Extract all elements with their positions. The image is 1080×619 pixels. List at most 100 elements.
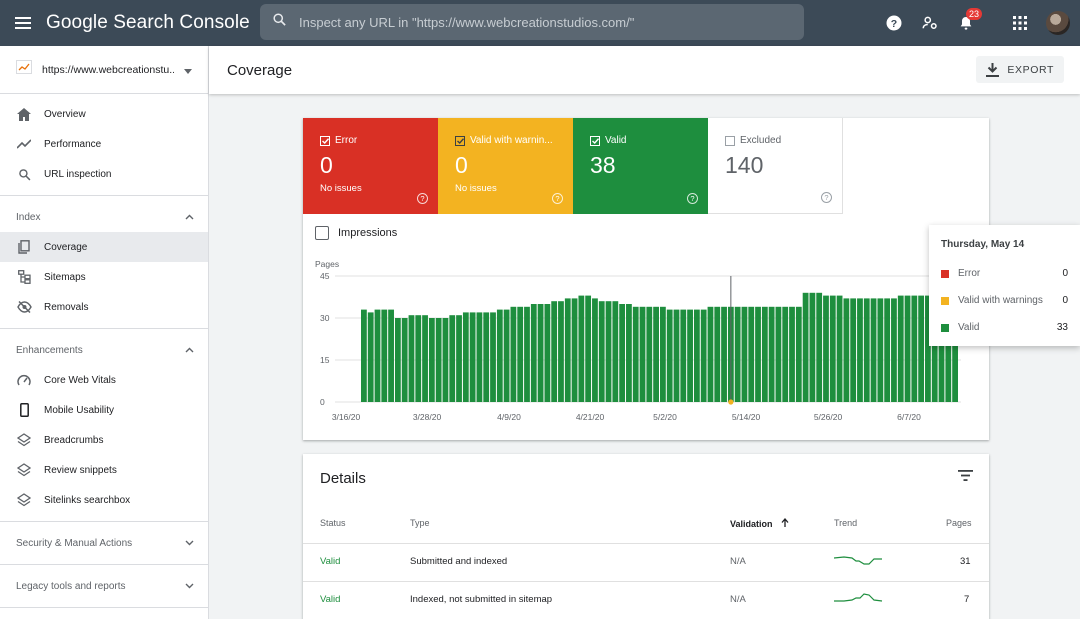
bar xyxy=(748,306,755,402)
tile-excluded[interactable]: Excluded 140 ? xyxy=(708,118,843,214)
section-legacy-toggle[interactable]: Legacy tools and reports xyxy=(0,571,208,601)
bar xyxy=(585,295,592,402)
sidebar-item-core-web-vitals[interactable]: Core Web Vitals xyxy=(0,365,208,395)
section-index-toggle[interactable]: Index xyxy=(0,202,208,232)
search-icon xyxy=(272,12,287,32)
impressions-toggle[interactable]: Impressions xyxy=(315,226,397,240)
help-icon[interactable]: ? xyxy=(876,5,912,41)
x-tick-label: 4/21/20 xyxy=(576,412,605,422)
tile-value: 38 xyxy=(590,152,616,178)
export-button[interactable]: EXPORT xyxy=(976,56,1064,83)
sidebar-item-url-inspection[interactable]: URL inspection xyxy=(0,159,208,189)
help-icon[interactable]: ? xyxy=(552,193,563,204)
legend-swatch xyxy=(941,269,949,278)
app-logo[interactable]: Google Search Console xyxy=(46,12,250,34)
filter-icon[interactable] xyxy=(958,468,973,486)
table-row[interactable]: Valid Submitted and indexed N/A 31 xyxy=(303,543,989,581)
tooltip-date: Thursday, May 14 xyxy=(941,239,1025,250)
chevron-up-icon xyxy=(185,345,194,356)
tile-error[interactable]: Error 0 No issues ? xyxy=(303,118,438,214)
checkbox-unchecked-icon[interactable] xyxy=(725,135,735,146)
apps-grid-icon[interactable] xyxy=(1002,5,1038,41)
x-tick-label: 5/14/20 xyxy=(732,412,761,422)
help-icon[interactable]: ? xyxy=(417,193,428,204)
help-icon[interactable]: ? xyxy=(687,193,698,204)
sidebar-item-performance[interactable]: Performance xyxy=(0,129,208,159)
search-input[interactable] xyxy=(299,14,779,30)
notification-badge: 23 xyxy=(966,8,983,20)
bar xyxy=(653,306,659,402)
bar xyxy=(381,309,388,402)
bar xyxy=(877,298,884,402)
coverage-chart[interactable]: Pages 0 15 30 45 3/16/20 3/28/20 4/9/20 4/21/20 5… xyxy=(303,252,989,452)
sidebar-item-sitelinks-searchbox[interactable]: Sitelinks searchbox xyxy=(0,485,208,515)
tile-valid-with-warnings[interactable]: Valid with warnin... 0 No issues ? xyxy=(438,118,573,214)
row-status: Valid xyxy=(320,594,341,605)
sidebar-item-removals[interactable]: Removals xyxy=(0,292,208,322)
url-inspect-search[interactable] xyxy=(260,4,804,40)
help-icon[interactable]: ? xyxy=(821,192,832,203)
sidebar-item-breadcrumbs[interactable]: Breadcrumbs xyxy=(0,425,208,455)
column-header-status[interactable]: Status xyxy=(320,518,346,528)
menu-icon[interactable] xyxy=(0,0,46,46)
sidebar-item-overview[interactable]: Overview xyxy=(0,99,208,129)
legend-swatch xyxy=(941,323,949,332)
y-tick-label: 0 xyxy=(320,397,325,407)
bar xyxy=(469,312,476,402)
bar xyxy=(795,306,802,402)
trend-sparkline xyxy=(834,556,882,565)
bar xyxy=(700,309,707,402)
avatar[interactable] xyxy=(1046,11,1070,35)
checkbox-checked-icon[interactable] xyxy=(590,135,600,146)
bar xyxy=(435,318,442,402)
bar xyxy=(456,315,462,402)
notifications-icon[interactable]: 23 xyxy=(948,5,984,41)
checkbox-checked-icon[interactable] xyxy=(320,135,330,146)
property-trend-icon xyxy=(16,60,32,79)
bar xyxy=(897,295,904,402)
column-header-validation[interactable]: Validation xyxy=(730,518,789,529)
bar xyxy=(483,312,490,402)
bar xyxy=(558,301,564,402)
bar xyxy=(551,301,558,402)
y-axis-label: Pages xyxy=(315,259,339,269)
bar xyxy=(714,306,721,402)
bar xyxy=(388,309,394,402)
checkbox-checked-icon[interactable] xyxy=(455,135,465,146)
sidebar-item-sitemaps[interactable]: Sitemaps xyxy=(0,262,208,292)
bar xyxy=(367,312,374,402)
section-security-toggle[interactable]: Security & Manual Actions xyxy=(0,528,208,558)
table-row[interactable]: Valid Indexed, not submitted in sitemap … xyxy=(303,581,989,619)
property-selector[interactable]: https://www.webcreationstu... xyxy=(0,46,208,94)
bar xyxy=(829,295,836,402)
trending-up-icon xyxy=(16,136,32,152)
bar xyxy=(816,292,823,402)
bar xyxy=(544,304,551,402)
bar xyxy=(673,309,680,402)
column-header-trend[interactable]: Trend xyxy=(834,518,857,528)
bar xyxy=(666,309,673,402)
sidebar-item-coverage[interactable]: Coverage xyxy=(0,232,208,262)
bar xyxy=(530,304,537,402)
legend-swatch xyxy=(941,296,949,305)
column-header-pages[interactable]: Pages xyxy=(946,518,972,528)
bar xyxy=(619,304,626,402)
svg-text:?: ? xyxy=(891,18,897,30)
bar xyxy=(836,295,843,402)
section-enhancements-toggle[interactable]: Enhancements xyxy=(0,335,208,365)
manage-users-icon[interactable] xyxy=(912,5,948,41)
sidebar-item-review-snippets[interactable]: Review snippets xyxy=(0,455,208,485)
speedometer-icon xyxy=(16,372,32,388)
checkbox-unchecked-icon[interactable] xyxy=(315,226,329,240)
column-header-type[interactable]: Type xyxy=(410,518,430,528)
sidebar-item-mobile-usability[interactable]: Mobile Usability xyxy=(0,395,208,425)
bar xyxy=(517,306,524,402)
bar xyxy=(802,292,809,402)
bar xyxy=(524,306,530,402)
bar xyxy=(660,306,666,402)
bar xyxy=(789,306,795,402)
tile-valid[interactable]: Valid 38 ? xyxy=(573,118,708,214)
x-tick-label: 3/16/20 xyxy=(332,412,361,422)
page-title: Coverage xyxy=(227,61,293,79)
bar xyxy=(408,315,415,402)
